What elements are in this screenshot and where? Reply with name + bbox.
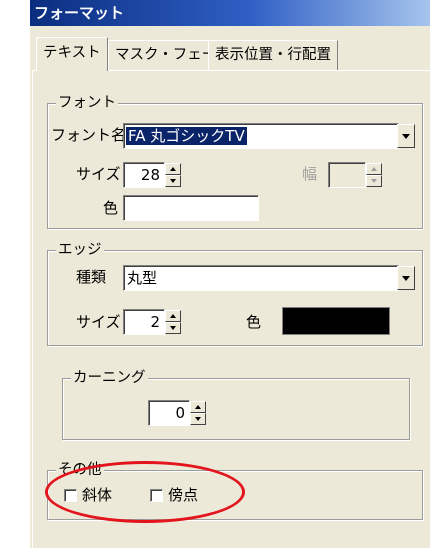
spin-down-button[interactable] [165,322,181,334]
kerning-group [62,378,410,440]
arrow-down-icon [170,326,176,330]
font-name-dropdown[interactable]: FA 丸ゴシックTV [123,123,399,149]
edge-type-value: 丸型 [127,269,158,287]
font-name-value: FA 丸ゴシックTV [126,127,247,145]
tab-text[interactable]: テキスト [36,37,108,71]
font-color-swatch[interactable] [123,195,259,221]
spin-up-button [366,163,382,175]
width-label: 幅 [302,165,318,183]
edge-type-dropdown[interactable]: 丸型 [123,265,399,291]
edge-size-label: サイズ [76,313,121,331]
width-spinner [366,163,382,187]
emphasis-dot-checkbox[interactable] [150,489,163,502]
kerning-group-legend: カーニング [71,369,148,387]
edge-type-dropdown-button[interactable] [397,266,415,290]
width-input [328,162,366,188]
arrow-up-icon [170,167,176,171]
kerning-input[interactable]: 0 [148,400,190,426]
edge-color-label: 色 [246,313,262,331]
kerning-spinner[interactable] [190,401,206,425]
arrow-up-icon [371,167,377,171]
font-size-label: サイズ [76,165,121,183]
arrow-up-icon [195,405,201,409]
edge-group-legend: エッジ [56,241,104,259]
font-size-input[interactable]: 28 [123,162,165,188]
emphasis-dot-label[interactable]: 傍点 [168,483,198,507]
window-title: フォーマット [30,0,430,26]
chevron-down-icon [402,275,410,281]
edge-size-spinner[interactable] [165,310,181,334]
font-group-legend: フォント [56,94,118,112]
spin-down-button [366,175,382,187]
edge-color-swatch[interactable] [282,307,390,335]
edge-type-label: 種類 [76,268,107,286]
edge-size-input[interactable]: 2 [123,309,165,335]
font-size-spinner[interactable] [165,163,181,187]
font-name-label: フォント名 [51,126,127,144]
arrow-down-icon [371,179,377,183]
spin-up-button[interactable] [165,163,181,175]
arrow-down-icon [170,179,176,183]
chevron-down-icon [402,133,410,139]
font-color-label: 色 [103,199,119,217]
italic-label[interactable]: 斜体 [82,483,112,507]
arrow-up-icon [170,314,176,318]
font-name-dropdown-button[interactable] [397,124,415,148]
italic-checkbox[interactable] [64,489,77,502]
spin-up-button[interactable] [165,310,181,322]
tab-display-position[interactable]: 表示位置・行配置 [208,40,338,70]
spin-up-button[interactable] [190,401,206,413]
other-group-legend: その他 [56,461,104,479]
spin-down-button[interactable] [190,413,206,425]
arrow-down-icon [195,417,201,421]
spin-down-button[interactable] [165,175,181,187]
